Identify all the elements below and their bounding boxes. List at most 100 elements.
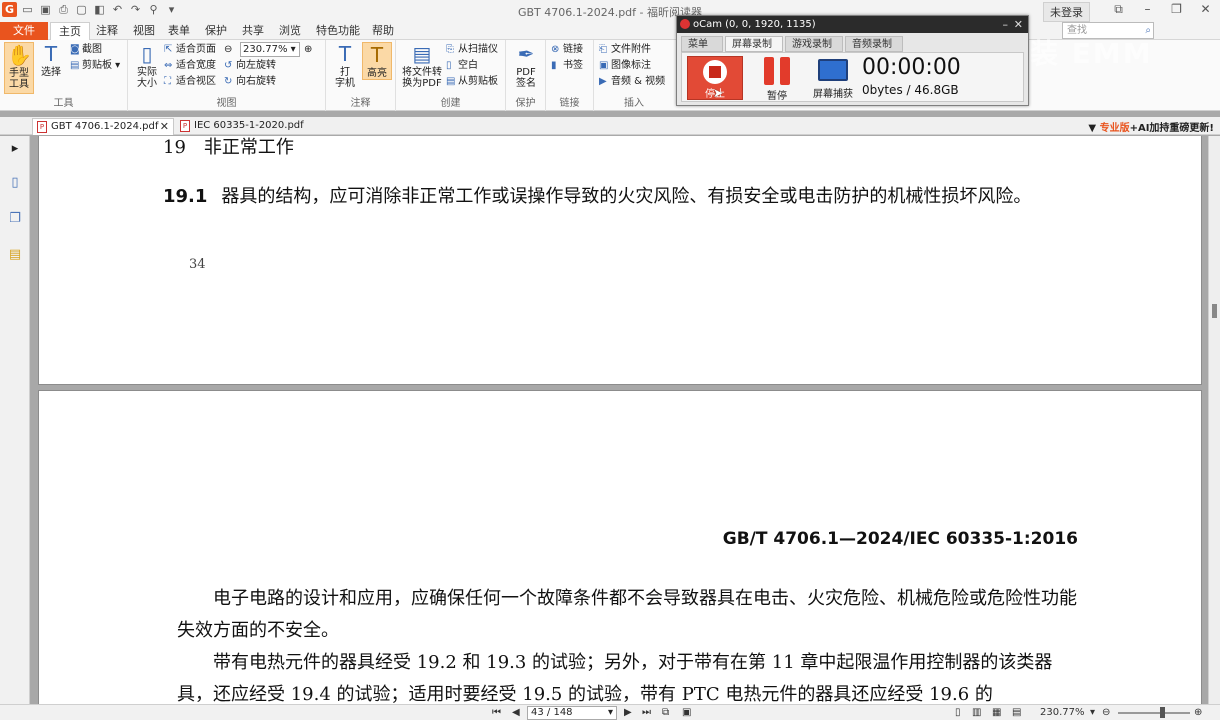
new-icon[interactable]: ▢: [74, 2, 89, 17]
fit-visible-button[interactable]: ⛶ 适合视区: [164, 75, 216, 88]
link-icon: ⊗: [551, 44, 560, 55]
close-icon[interactable]: ✕: [1014, 16, 1023, 33]
convert-icon: ▤: [412, 42, 432, 66]
from-scanner-button[interactable]: ⎘ 从扫描仪: [446, 43, 498, 56]
bookmark-button[interactable]: ▮ 书签: [551, 59, 583, 72]
tab-home[interactable]: 主页: [50, 22, 90, 40]
save-icon[interactable]: ▣: [38, 2, 53, 17]
ocam-tab-screen-record[interactable]: 屏幕录制: [725, 36, 783, 52]
ocam-tab-menu[interactable]: 菜单: [681, 36, 723, 52]
file-attachment-button[interactable]: ⎗ 文件附件: [599, 43, 651, 56]
recording-timer: 00:00:00: [862, 55, 961, 80]
from-clipboard-button[interactable]: ▤ 从剪贴板: [446, 75, 498, 88]
tab-help[interactable]: 帮助: [364, 22, 402, 40]
clause-number: 19.1: [163, 186, 208, 207]
actual-size-button[interactable]: ▯ 实际 大小: [132, 42, 162, 89]
hand-tool-button[interactable]: ✋ 手型 工具: [4, 42, 34, 94]
pause-label: 暂停: [767, 91, 787, 102]
ocam-tab-audio-record[interactable]: 音频录制: [845, 36, 903, 52]
tab-comment[interactable]: 注释: [88, 22, 126, 40]
minimize-icon[interactable]: –: [1003, 16, 1009, 33]
pause-button[interactable]: 暂停: [756, 57, 798, 102]
highlight-button[interactable]: T 高亮: [362, 42, 392, 80]
typewriter-button[interactable]: T 打 字机: [330, 42, 360, 89]
image-annotation-button[interactable]: ▣ 图像标注: [599, 59, 651, 72]
zoom-select[interactable]: 230.77% ▾: [240, 42, 300, 57]
page-tools-icon[interactable]: ▣: [682, 706, 691, 720]
close-tab-icon[interactable]: ✕: [160, 119, 169, 135]
continuous-icon[interactable]: ▥: [972, 706, 981, 720]
zoom-slider[interactable]: [1118, 707, 1190, 718]
login-button[interactable]: 未登录: [1043, 2, 1090, 22]
prev-page-icon[interactable]: ◀: [512, 706, 520, 720]
audio-video-button[interactable]: ▶ 音频 & 视频: [599, 75, 665, 88]
rotate-left-icon: ↺: [224, 60, 233, 71]
paragraph: 带有电热元件的器具经受 19.2 和 19.3 的试验；另外，对于带有在第 11…: [177, 652, 1053, 704]
pages-panel-icon[interactable]: ❐: [7, 210, 23, 228]
single-page-icon[interactable]: ▯: [955, 706, 961, 720]
rotate-left-label: 向左旋转: [236, 60, 276, 71]
fit-page-button[interactable]: ⇱ 适合页面: [164, 43, 216, 56]
expand-panel-icon[interactable]: ▸: [7, 140, 23, 158]
stamp-icon[interactable]: ⚲: [146, 2, 161, 17]
close-icon[interactable]: ✕: [1191, 0, 1220, 20]
fit-width-button[interactable]: ⇔ 适合宽度: [164, 59, 216, 72]
cover-facing-icon[interactable]: ▤: [1012, 706, 1021, 720]
group-tools: ✋ 手型 工具 T 选择 ◙ 截图 ▤ 剪贴板 ▾ 工具: [0, 40, 128, 111]
zoom-out-icon[interactable]: ⊖: [1102, 706, 1110, 720]
customize-icon[interactable]: ▾: [164, 2, 179, 17]
tab-form[interactable]: 表单: [160, 22, 198, 40]
select-button[interactable]: T 选择: [36, 42, 66, 78]
print-icon[interactable]: ⎙: [56, 2, 71, 17]
tile-icon[interactable]: ⧉: [1104, 0, 1133, 20]
zoom-percent[interactable]: 230.77%: [1040, 706, 1085, 720]
pdf-icon[interactable]: ◧: [92, 2, 107, 17]
comments-panel-icon[interactable]: ▤: [7, 246, 23, 264]
redo-icon[interactable]: ↷: [128, 2, 143, 17]
zoom-slider-knob[interactable]: [1160, 707, 1165, 718]
last-page-icon[interactable]: ⏭: [642, 706, 651, 720]
vertical-scrollbar[interactable]: [1208, 136, 1220, 704]
ocam-tab-game-record[interactable]: 游戏录制: [785, 36, 843, 52]
clipboard-button[interactable]: ▤ 剪贴板 ▾: [70, 59, 120, 72]
bookmarks-panel-icon[interactable]: ▯: [7, 174, 23, 192]
pdf-sign-button[interactable]: ✒ PDF 签名: [511, 42, 541, 89]
page-number-input[interactable]: 43 / 148 ▾: [527, 706, 617, 720]
minimize-icon[interactable]: –: [1133, 0, 1162, 20]
copy-page-icon[interactable]: ⧉: [662, 706, 669, 720]
undo-icon[interactable]: ↶: [110, 2, 125, 17]
screen-capture-button[interactable]: 屏幕捕获: [810, 57, 856, 100]
facing-icon[interactable]: ▦: [992, 706, 1001, 720]
zoom-dropdown-icon[interactable]: ▾: [1090, 706, 1095, 720]
doc-tab-iec[interactable]: P IEC 60335-1-2020.pdf: [176, 118, 306, 135]
tab-protect[interactable]: 保护: [197, 22, 235, 40]
rotate-right-button[interactable]: ↻ 向右旋转: [224, 75, 276, 88]
standard-header: GB/T 4706.1—2024/IEC 60335-1:2016: [722, 529, 1078, 549]
tab-view[interactable]: 视图: [125, 22, 163, 40]
scrollbar-thumb[interactable]: [1212, 304, 1217, 318]
zoom-out-icon[interactable]: ⊖: [224, 43, 232, 56]
tab-features[interactable]: 特色功能: [308, 22, 368, 40]
document-viewport[interactable]: 19 非正常工作 19.1 器具的结构，应可消除非正常工作或误操作导致的火灾风险、…: [31, 136, 1208, 704]
page-icon: ▯: [141, 42, 153, 66]
tab-file[interactable]: 文件: [0, 22, 48, 40]
convert-to-pdf-button[interactable]: ▤ 将文件转 换为PDF: [400, 42, 444, 89]
pdf-sign-label: PDF 签名: [516, 67, 536, 89]
doc-tab-gbt[interactable]: P GBT 4706.1-2024.pdf ✕: [32, 118, 174, 135]
link-button[interactable]: ⊗ 链接: [551, 43, 583, 56]
zoom-in-icon[interactable]: ⊕: [304, 43, 312, 56]
tab-browse[interactable]: 浏览: [271, 22, 309, 40]
screenshot-button[interactable]: ◙ 截图: [70, 43, 102, 56]
clipboard-label: 剪贴板: [82, 60, 112, 71]
tab-share[interactable]: 共享: [234, 22, 272, 40]
restore-icon[interactable]: ❐: [1162, 0, 1191, 20]
zoom-value: 230.77%: [243, 44, 288, 55]
first-page-icon[interactable]: ⏮: [492, 706, 501, 720]
open-icon[interactable]: ▭: [20, 2, 35, 17]
promo-banner[interactable]: ▼ 专业版+AI加持重磅更新!: [1088, 119, 1214, 134]
zoom-in-icon[interactable]: ⊕: [1194, 706, 1202, 720]
foxit-logo-icon[interactable]: G: [2, 2, 17, 17]
rotate-left-button[interactable]: ↺ 向左旋转: [224, 59, 276, 72]
blank-button[interactable]: ▯ 空白: [446, 59, 478, 72]
next-page-icon[interactable]: ▶: [624, 706, 632, 720]
